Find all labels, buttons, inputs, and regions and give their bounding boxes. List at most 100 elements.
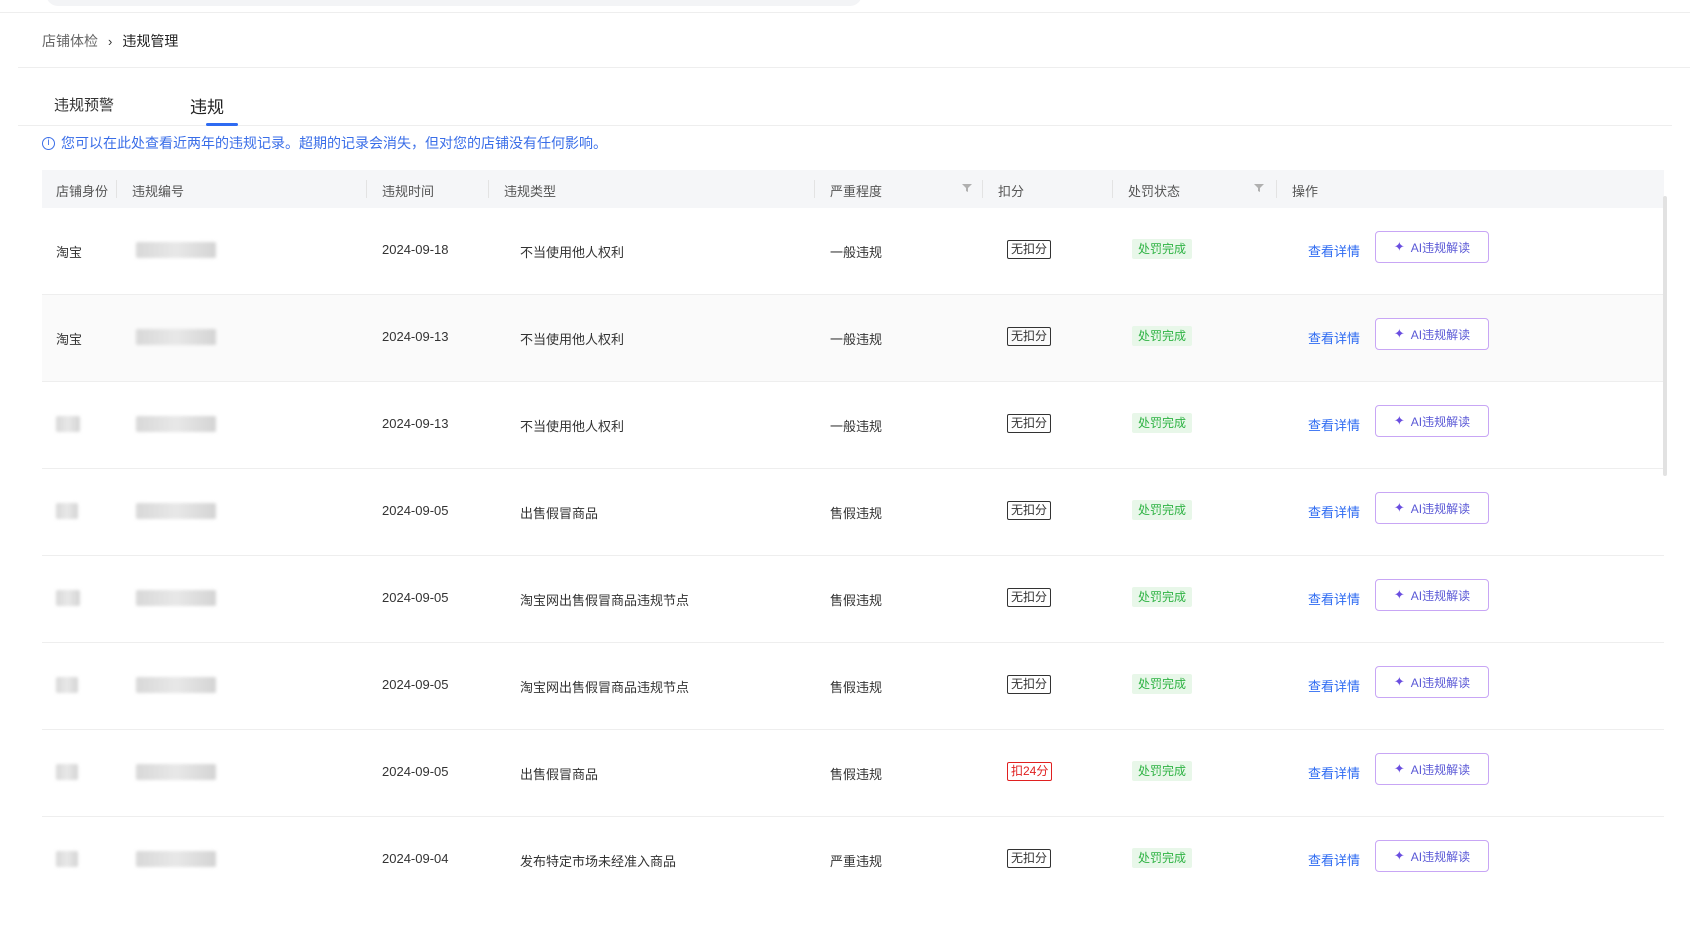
view-details-link[interactable]: 查看详情 bbox=[1308, 328, 1360, 347]
status-badge: 处罚完成 bbox=[1132, 587, 1193, 607]
violation-date: 2024-09-13 bbox=[382, 416, 449, 431]
status-badge: 处罚完成 bbox=[1132, 239, 1193, 259]
severity: 售假违规 bbox=[830, 767, 883, 782]
status-badge: 处罚完成 bbox=[1132, 326, 1193, 346]
table-header: 店铺身份 违规编号 违规时间 违规类型 严重程度 扣分 处罚状态 操作 bbox=[42, 170, 1664, 208]
header-separator bbox=[366, 180, 367, 198]
view-details-link[interactable]: 查看详情 bbox=[1308, 589, 1360, 608]
severity: 严重违规 bbox=[830, 854, 883, 869]
deduction-tag: 无扣分 bbox=[1007, 849, 1052, 868]
tab-violation-warning[interactable]: 违规预警 bbox=[54, 94, 114, 115]
sparkle-icon: ✦ bbox=[1393, 674, 1405, 689]
header-separator bbox=[1112, 180, 1113, 198]
breadcrumb-current: 违规管理 bbox=[122, 33, 179, 49]
header-violation-id: 违规编号 bbox=[132, 184, 185, 199]
redacted-violation-id bbox=[136, 503, 216, 519]
sparkle-icon: ✦ bbox=[1393, 239, 1405, 254]
table-row: 2024-09-05 出售假冒商品 售假违规 扣24分 处罚完成 查看详情 ✦ A… bbox=[42, 730, 1664, 817]
shop-identity: 淘宝 bbox=[56, 332, 83, 347]
header-severity: 严重程度 bbox=[830, 184, 883, 199]
ai-interpret-button[interactable]: ✦ AI违规解读 bbox=[1375, 753, 1489, 785]
status-badge: 处罚完成 bbox=[1132, 674, 1193, 694]
notice-text: 您可以在此处查看近两年的违规记录。超期的记录会消失，但对您的店铺没有任何影响。 bbox=[61, 135, 607, 151]
status-badge: 处罚完成 bbox=[1132, 413, 1193, 433]
redacted-violation-id bbox=[136, 242, 216, 258]
sparkle-icon: ✦ bbox=[1393, 587, 1405, 602]
view-details-link[interactable]: 查看详情 bbox=[1308, 676, 1360, 695]
breadcrumb: 店铺体检 › 违规管理 bbox=[42, 31, 178, 51]
ai-button-label: AI违规解读 bbox=[1410, 501, 1471, 516]
severity: 售假违规 bbox=[830, 506, 883, 521]
violation-date: 2024-09-05 bbox=[382, 764, 449, 779]
vertical-scrollbar[interactable] bbox=[1663, 196, 1667, 476]
filter-icon[interactable] bbox=[962, 183, 972, 193]
top-bar bbox=[0, 0, 1690, 13]
severity: 一般违规 bbox=[830, 419, 883, 434]
deduction-tag: 无扣分 bbox=[1007, 501, 1052, 520]
redacted-violation-id bbox=[136, 416, 216, 432]
violation-type: 发布特定市场未经准入商品 bbox=[520, 854, 677, 869]
status-badge: 处罚完成 bbox=[1132, 500, 1193, 520]
ai-button-label: AI违规解读 bbox=[1410, 588, 1471, 603]
ai-interpret-button[interactable]: ✦ AI违规解读 bbox=[1375, 405, 1489, 437]
violation-date: 2024-09-18 bbox=[382, 242, 449, 257]
ai-button-label: AI违规解读 bbox=[1410, 849, 1471, 864]
header-separator bbox=[116, 180, 117, 198]
ai-button-label: AI违规解读 bbox=[1410, 675, 1471, 690]
header-deduction: 扣分 bbox=[998, 184, 1025, 199]
ai-interpret-button[interactable]: ✦ AI违规解读 bbox=[1375, 231, 1489, 263]
violation-type: 出售假冒商品 bbox=[520, 506, 599, 521]
ai-interpret-button[interactable]: ✦ AI违规解读 bbox=[1375, 840, 1489, 872]
violation-date: 2024-09-13 bbox=[382, 329, 449, 344]
deduction-tag: 无扣分 bbox=[1007, 240, 1052, 259]
deduction-tag: 扣24分 bbox=[1007, 762, 1053, 781]
redacted-shop-identity bbox=[56, 590, 80, 606]
view-details-link[interactable]: 查看详情 bbox=[1308, 763, 1360, 782]
view-details-link[interactable]: 查看详情 bbox=[1308, 415, 1360, 434]
table-row: 淘宝 2024-09-13 不当使用他人权利 一般违规 无扣分 处罚完成 查看详… bbox=[42, 295, 1664, 382]
table-row: 2024-09-05 出售假冒商品 售假违规 无扣分 处罚完成 查看详情 ✦ AI… bbox=[42, 469, 1664, 556]
severity: 售假违规 bbox=[830, 593, 883, 608]
ai-button-label: AI违规解读 bbox=[1410, 240, 1471, 255]
shop-identity: 淘宝 bbox=[56, 245, 83, 260]
violation-type: 淘宝网出售假冒商品违规节点 bbox=[520, 593, 690, 608]
redacted-violation-id bbox=[136, 677, 216, 693]
header-shop-identity: 店铺身份 bbox=[56, 184, 109, 199]
search-bar-edge[interactable] bbox=[46, 0, 862, 6]
tab-bar: 违规预警 违规 bbox=[18, 70, 1672, 126]
status-badge: 处罚完成 bbox=[1132, 761, 1193, 781]
redacted-shop-identity bbox=[56, 764, 78, 780]
violation-type: 不当使用他人权利 bbox=[520, 419, 625, 434]
ai-interpret-button[interactable]: ✦ AI违规解读 bbox=[1375, 579, 1489, 611]
ai-interpret-button[interactable]: ✦ AI违规解读 bbox=[1375, 666, 1489, 698]
violation-type: 淘宝网出售假冒商品违规节点 bbox=[520, 680, 690, 695]
header-separator bbox=[1276, 180, 1277, 198]
info-icon: i bbox=[42, 136, 55, 150]
sparkle-icon: ✦ bbox=[1393, 326, 1405, 341]
status-badge: 处罚完成 bbox=[1132, 848, 1193, 868]
sparkle-icon: ✦ bbox=[1393, 761, 1405, 776]
deduction-tag: 无扣分 bbox=[1007, 675, 1052, 694]
view-details-link[interactable]: 查看详情 bbox=[1308, 502, 1360, 521]
ai-button-label: AI违规解读 bbox=[1410, 327, 1471, 342]
table-row: 2024-09-04 发布特定市场未经准入商品 严重违规 无扣分 处罚完成 查看… bbox=[42, 817, 1664, 903]
ai-interpret-button[interactable]: ✦ AI违规解读 bbox=[1375, 318, 1489, 350]
tab-violation[interactable]: 违规 bbox=[190, 93, 224, 118]
breadcrumb-parent[interactable]: 店铺体检 bbox=[42, 31, 98, 51]
sparkle-icon: ✦ bbox=[1393, 413, 1405, 428]
redacted-violation-id bbox=[136, 764, 216, 780]
ai-interpret-button[interactable]: ✦ AI违规解读 bbox=[1375, 492, 1489, 524]
header-separator bbox=[982, 180, 983, 198]
active-tab-indicator bbox=[206, 123, 238, 126]
filter-icon[interactable] bbox=[1254, 183, 1264, 193]
header-divider bbox=[18, 67, 1690, 68]
violation-date: 2024-09-05 bbox=[382, 590, 449, 605]
view-details-link[interactable]: 查看详情 bbox=[1308, 241, 1360, 260]
table-row: 2024-09-13 不当使用他人权利 一般违规 无扣分 处罚完成 查看详情 ✦… bbox=[42, 382, 1664, 469]
severity: 一般违规 bbox=[830, 332, 883, 347]
violation-date: 2024-09-04 bbox=[382, 851, 449, 866]
header-actions: 操作 bbox=[1292, 184, 1319, 199]
header-violation-time: 违规时间 bbox=[382, 184, 435, 199]
redacted-shop-identity bbox=[56, 503, 78, 519]
view-details-link[interactable]: 查看详情 bbox=[1308, 850, 1360, 869]
